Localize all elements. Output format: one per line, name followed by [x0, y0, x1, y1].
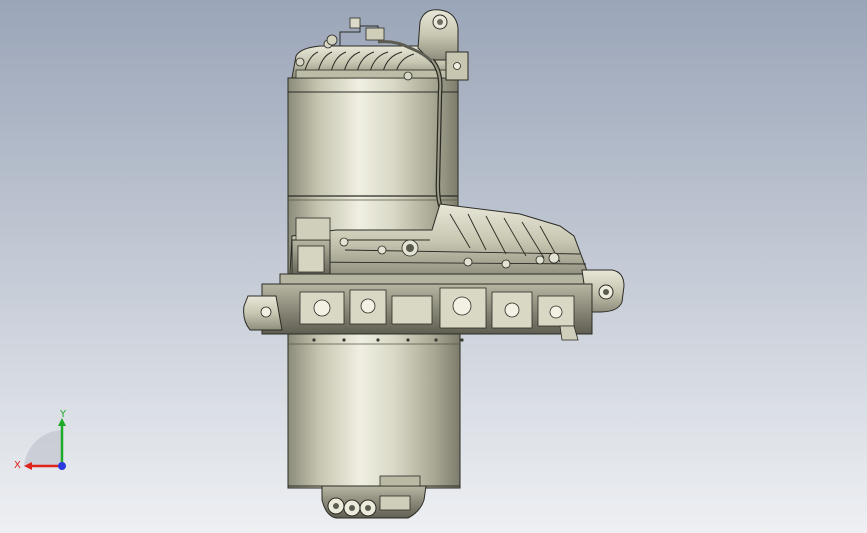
cad-viewport[interactable]: X Y: [0, 0, 867, 533]
lower-gear-housing[interactable]: [243, 283, 593, 341]
z-axis-dot: [58, 462, 66, 470]
motor-gearbox-3d-model[interactable]: [0, 0, 867, 533]
y-axis-label: Y: [59, 410, 67, 420]
triad-plane-shade: [24, 430, 62, 466]
x-axis-label: X: [14, 460, 21, 471]
lower-motor-housing[interactable]: [287, 333, 464, 489]
axis-triad: X Y: [14, 410, 67, 471]
